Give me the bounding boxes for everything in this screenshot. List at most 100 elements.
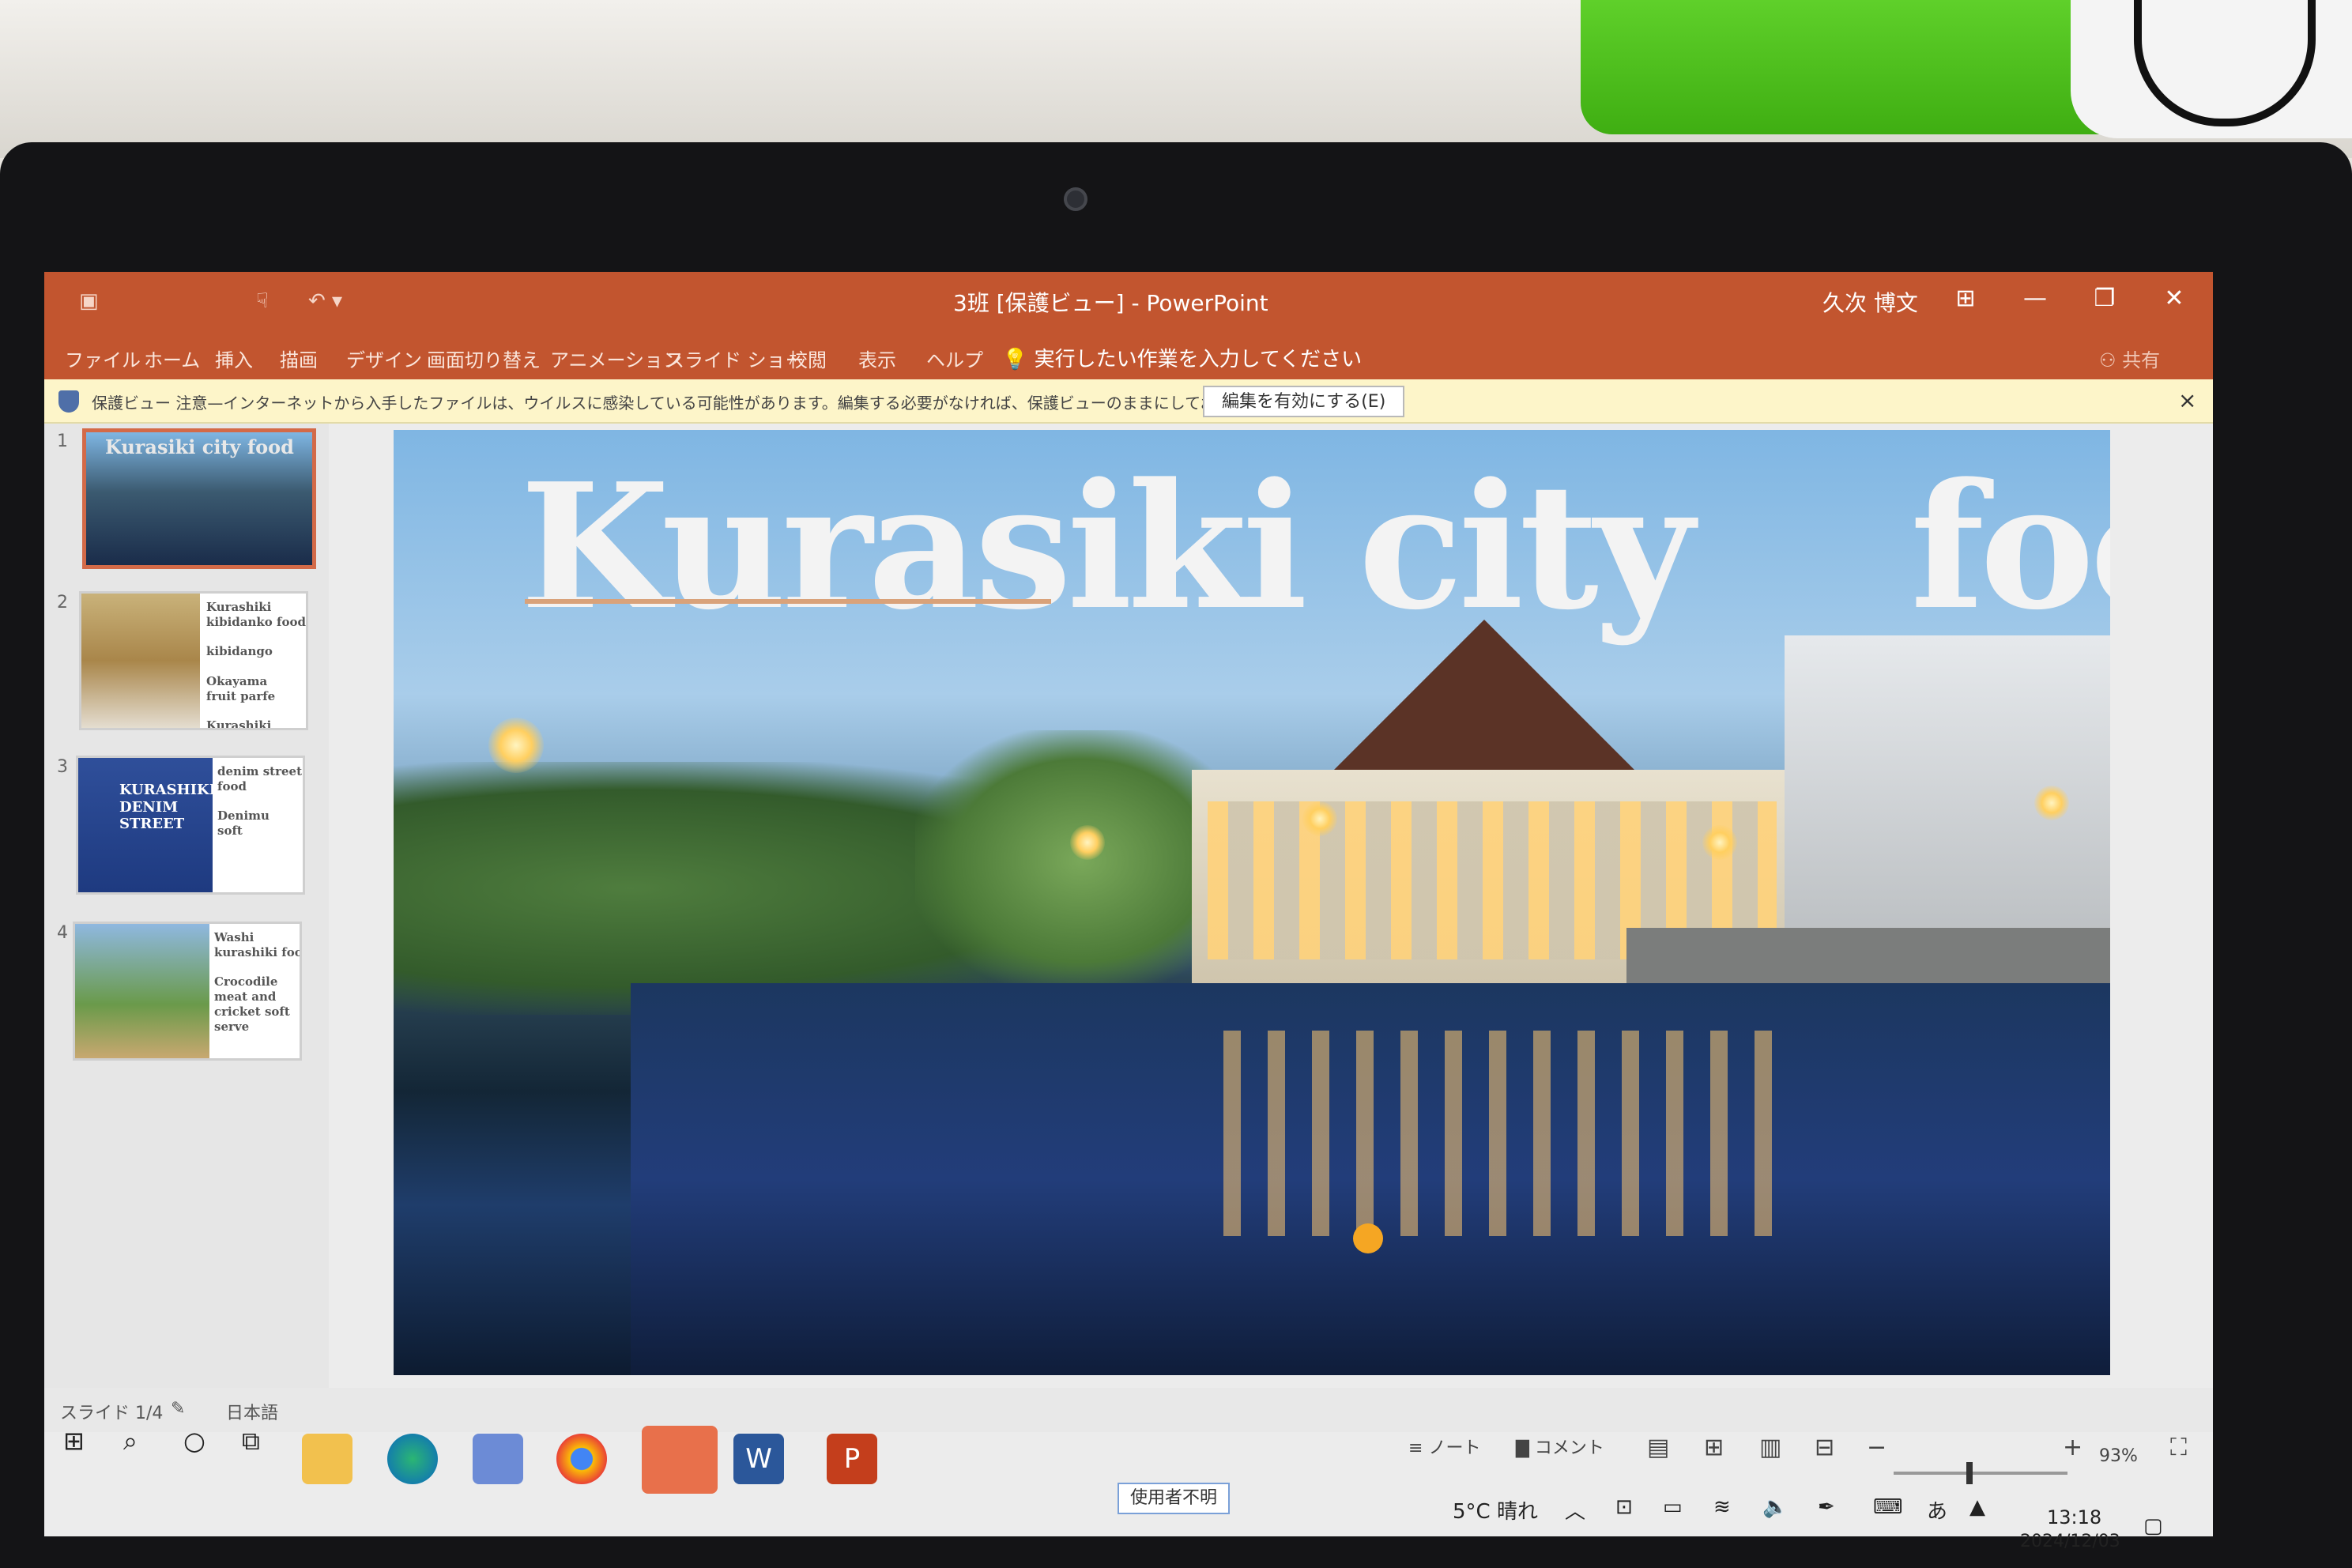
tab-slideshow[interactable]: スライド ショー [665,345,805,372]
notes-button[interactable]: ≡ ノート [1408,1434,1480,1473]
notes-icon: ≡ [1408,1438,1429,1458]
close-message-bar-icon[interactable]: × [2178,387,2196,413]
protected-view-bar: 保護ビュー 注意—インターネットから入手したファイルは、ウイルスに感染している可… [44,379,2213,424]
edge-icon[interactable] [387,1434,438,1484]
chrome-icon[interactable] [556,1434,607,1484]
slide-canvas[interactable]: Kurasiki city food [394,430,2110,1375]
pen-icon[interactable]: ✒ [1818,1495,1835,1519]
protected-view-message: 保護ビュー 注意—インターネットから入手したファイルは、ウイルスに感染している可… [92,394,1389,413]
word-icon[interactable]: W [733,1434,784,1484]
tab-animations[interactable]: アニメーション [550,345,682,372]
thumbnail-image [81,594,200,728]
slide-title[interactable]: Kurasiki city food [520,446,2110,648]
comments-button[interactable]: ▇ コメント [1516,1434,1604,1473]
teams-like-app-icon[interactable] [642,1426,718,1494]
thumbnail-text: Washi kurashiki food Crocodile meat and … [214,930,302,1034]
normal-view-icon[interactable]: ▤ [1647,1434,1669,1473]
tab-transitions[interactable]: 画面切り替え [427,345,541,372]
thumbnail-slide-4[interactable]: Washi kurashiki food Crocodile meat and … [73,922,302,1061]
zoom-level[interactable]: 93% [2099,1446,2138,1486]
restore-button[interactable]: ❐ [2085,285,2124,312]
cortana-icon[interactable]: ○ [183,1426,205,1456]
slide-indicator: スライド 1/4 [60,1404,164,1423]
unknown-user-notification[interactable]: 使用者不明 [1118,1483,1231,1514]
thumbnail-slide-2[interactable]: Kurashiki kibidanko food kibidango Okaya… [79,591,308,730]
status-bar: スライド 1/4 ✎ 日本語 [44,1388,2213,1432]
language-indicator[interactable]: 日本語 [226,1399,278,1424]
street-lamp [488,718,544,773]
zoom-in-button[interactable]: + [2063,1434,2082,1473]
wifi-icon[interactable]: ≋ [1713,1495,1731,1519]
sun-icon [1353,1223,1383,1253]
water-reflection [1223,1031,1777,1236]
thumbnail-slide-1[interactable]: Kurasiki city food [82,428,316,569]
ribbon-tabs: ファイル ホーム 挿入 描画 デザイン 画面切り替え アニメーション スライド … [44,335,2213,379]
tab-help[interactable]: ヘルプ [926,345,983,372]
undo-icon[interactable]: ↶ ▾ [308,289,342,313]
touch-mode-icon[interactable]: ☟ [256,289,269,313]
reading-view-icon[interactable]: ▥ [1759,1434,1781,1473]
street-lamp [1302,801,1337,836]
meet-now-icon[interactable]: ⊡ [1615,1495,1633,1519]
file-explorer-icon[interactable] [302,1434,352,1484]
slideshow-view-icon[interactable]: ⊟ [1815,1434,1834,1473]
lightbulb-icon: 💡 [1002,348,1028,371]
share-button[interactable]: ⚇ 共有 [2099,345,2160,372]
window-title: 3班 [保護ビュー] - PowerPoint [953,290,1268,316]
windows-start-icon[interactable]: ⊞ [63,1426,85,1456]
task-view-icon[interactable]: ⧉ [242,1426,260,1457]
volume-icon[interactable]: 🔈 [1762,1495,1788,1519]
spelling-icon[interactable]: ✎ [171,1399,185,1419]
street-lamp [1070,825,1105,860]
user-name[interactable]: 久次 博文 [1822,286,1918,318]
tab-view[interactable]: 表示 [858,345,896,372]
thumbnail-text: denim street food Denimu soft [217,764,303,838]
zoom-slider[interactable] [1894,1472,2067,1475]
slide-thumbnail-pane: 1 Kurasiki city food 2 Kurashiki kibidan… [44,424,329,1388]
zoom-out-button[interactable]: − [1867,1434,1886,1473]
street-lamp [1702,825,1737,860]
tab-draw[interactable]: 描画 [280,345,318,372]
save-icon[interactable]: ▣ [79,289,99,313]
tell-me-search[interactable]: 💡 実行したい作業を入力してください [1002,343,1362,372]
ribbon-display-button[interactable]: ⊞ [1946,285,1985,312]
close-button[interactable]: ✕ [2154,285,2194,312]
zoom-slider-thumb[interactable] [1966,1462,1973,1484]
store-icon[interactable] [473,1434,523,1484]
clock-time[interactable]: 13:18 [2047,1506,2101,1528]
thumbnail-image [75,924,209,1058]
battery-icon[interactable]: ▭ [1663,1495,1683,1519]
person-icon: ⚇ [2099,349,2123,371]
tab-design[interactable]: デザイン [346,345,422,372]
title-underline [525,599,1051,604]
powerpoint-icon[interactable]: P [827,1434,877,1484]
slide-sorter-icon[interactable]: ⊞ [1704,1434,1724,1473]
clock-date[interactable]: 2024/12/03 [2020,1532,2120,1551]
search-icon[interactable]: ⌕ [123,1426,138,1457]
thumbnail-text: Kurashiki kibidanko food kibidango Okaya… [206,600,306,730]
keyboard-icon[interactable]: ⌨ [1873,1495,1903,1519]
tray-expand-icon[interactable]: ︿ [1565,1495,1585,1525]
tab-insert[interactable]: 挿入 [215,345,253,372]
thumbnail-number: 4 [57,923,68,943]
ime-mode-icon[interactable]: ▲ [1969,1495,1985,1519]
share-label: 共有 [2122,349,2161,371]
shield-icon [58,390,79,413]
weather-label[interactable]: 5°C 晴れ [1453,1495,1538,1525]
street-lamp [2034,786,2069,820]
thumbnail-title: Kurasiki city food [105,435,294,458]
enable-editing-button[interactable]: 編集を有効にする(E) [1203,386,1405,417]
fit-to-window-icon[interactable]: ⛶ [2170,1434,2187,1473]
tab-home[interactable]: ホーム [144,345,200,372]
comment-icon: ▇ [1516,1438,1535,1458]
thumbnail-number: 1 [57,432,68,451]
webcam-icon [1064,187,1087,211]
minimize-button[interactable]: — [2015,285,2055,312]
ime-indicator[interactable]: あ [1927,1495,1947,1525]
thumbnail-slide-3[interactable]: KURASHIKI DENIM STREET denim street food… [76,756,305,895]
denim-street-sign: KURASHIKI DENIM STREET [119,782,217,833]
action-center-icon[interactable]: ▢ [2143,1514,2163,1538]
notes-label: ノート [1428,1438,1481,1458]
tab-review[interactable]: 校閲 [789,345,827,372]
tab-file[interactable]: ファイル [65,345,141,372]
